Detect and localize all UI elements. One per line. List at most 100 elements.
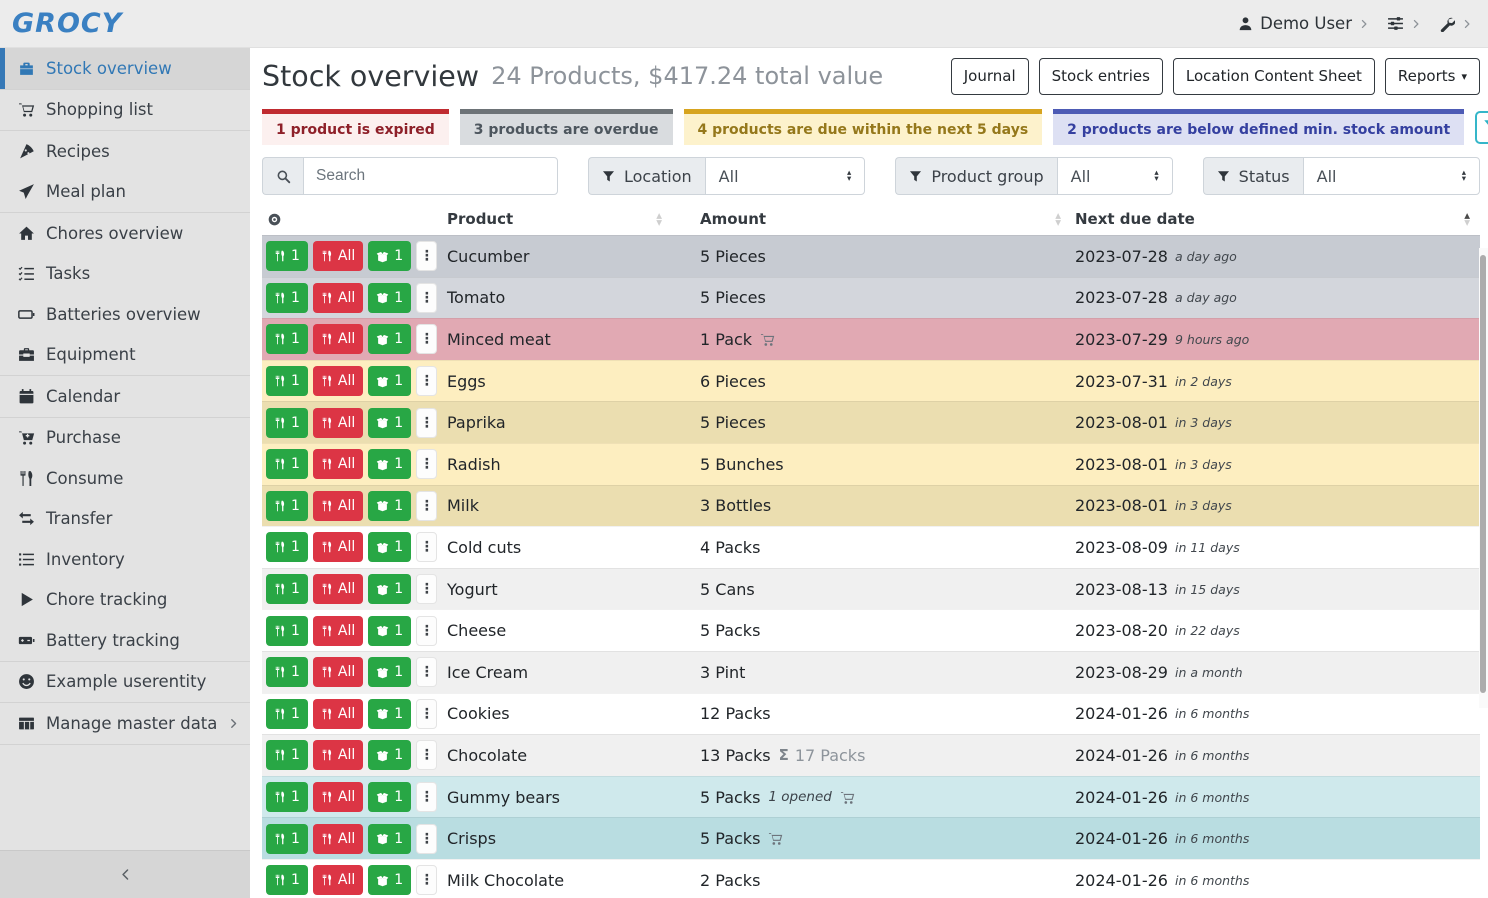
row-menu-button[interactable]: ⋮ <box>416 657 437 687</box>
reports-button[interactable]: Reports▾ <box>1385 58 1480 95</box>
open-one-button[interactable]: 1 <box>368 241 411 271</box>
consume-all-button[interactable]: All <box>313 241 363 271</box>
consume-all-button[interactable]: All <box>313 324 363 354</box>
status-banner-expired[interactable]: 1 product is expired <box>262 109 449 145</box>
consume-all-button[interactable]: All <box>313 408 363 438</box>
consume-one-button[interactable]: 1 <box>266 283 308 313</box>
row-menu-button[interactable]: ⋮ <box>416 324 437 354</box>
sidebar-item-consume[interactable]: Consume <box>0 458 250 499</box>
row-menu-button[interactable]: ⋮ <box>416 366 437 396</box>
consume-all-button[interactable]: All <box>313 740 363 770</box>
row-menu-button[interactable]: ⋮ <box>416 449 437 479</box>
sidebar-item-batteries-overview[interactable]: Batteries overview <box>0 294 250 335</box>
consume-one-button[interactable]: 1 <box>266 324 308 354</box>
open-one-button[interactable]: 1 <box>368 574 411 604</box>
open-one-button[interactable]: 1 <box>368 824 411 854</box>
status-banner-due-soon[interactable]: 4 products are due within the next 5 day… <box>684 109 1043 145</box>
row-menu-button[interactable]: ⋮ <box>416 824 437 854</box>
status-banner-below-min[interactable]: 2 products are below defined min. stock … <box>1053 109 1464 145</box>
column-header-next-due-date[interactable]: Next due date ▲▼ <box>1075 210 1480 228</box>
sidebar-item-equipment[interactable]: Equipment <box>0 335 250 376</box>
sidebar-item-shopping-list[interactable]: Shopping list <box>0 90 250 131</box>
row-menu-button[interactable]: ⋮ <box>416 532 437 562</box>
sidebar-collapse-button[interactable] <box>0 850 250 898</box>
row-menu-button[interactable]: ⋮ <box>416 408 437 438</box>
product-group-select[interactable]: All▴▾ <box>1057 157 1173 195</box>
status-banner-overdue[interactable]: 3 products are overdue <box>460 109 673 145</box>
scrollbar-thumb[interactable] <box>1480 255 1486 693</box>
open-one-button[interactable]: 1 <box>368 491 411 521</box>
consume-one-button[interactable]: 1 <box>266 408 308 438</box>
sidebar-item-inventory[interactable]: Inventory <box>0 539 250 580</box>
sidebar-item-meal-plan[interactable]: Meal plan <box>0 172 250 213</box>
consume-all-button[interactable]: All <box>313 657 363 687</box>
consume-one-button[interactable]: 1 <box>266 699 308 729</box>
sidebar-item-chores-overview[interactable]: Chores overview <box>0 213 250 254</box>
location-select[interactable]: All▴▾ <box>705 157 866 195</box>
journal-button[interactable]: Journal <box>951 58 1029 95</box>
sidebar-item-chore-tracking[interactable]: Chore tracking <box>0 580 250 621</box>
consume-all-button[interactable]: All <box>313 449 363 479</box>
consume-one-button[interactable]: 1 <box>266 574 308 604</box>
consume-all-button[interactable]: All <box>313 782 363 812</box>
consume-all-button[interactable]: All <box>313 699 363 729</box>
sidebar-item-calendar[interactable]: Calendar <box>0 376 250 417</box>
sidebar-item-example-userentity[interactable]: Example userentity <box>0 662 250 703</box>
user-menu[interactable]: Demo User <box>1238 14 1369 33</box>
row-menu-button[interactable]: ⋮ <box>416 616 437 646</box>
consume-one-button[interactable]: 1 <box>266 740 308 770</box>
clear-filters-button[interactable] <box>1475 111 1488 144</box>
consume-one-button[interactable]: 1 <box>266 241 308 271</box>
consume-all-button[interactable]: All <box>313 366 363 396</box>
open-one-button[interactable]: 1 <box>368 782 411 812</box>
column-header-amount[interactable]: Amount ▲▼ <box>700 210 1075 228</box>
open-one-button[interactable]: 1 <box>368 865 411 895</box>
sidebar-item-battery-tracking[interactable]: Battery tracking <box>0 620 250 661</box>
sidebar-item-manage-master-data[interactable]: Manage master data <box>0 703 250 744</box>
search-input[interactable] <box>303 157 558 195</box>
consume-all-button[interactable]: All <box>313 824 363 854</box>
open-one-button[interactable]: 1 <box>368 532 411 562</box>
consume-all-button[interactable]: All <box>313 865 363 895</box>
open-one-button[interactable]: 1 <box>368 408 411 438</box>
row-menu-button[interactable]: ⋮ <box>416 574 437 604</box>
column-visibility-header[interactable] <box>262 212 447 227</box>
sidebar-item-transfer[interactable]: Transfer <box>0 499 250 540</box>
row-menu-button[interactable]: ⋮ <box>416 782 437 812</box>
row-menu-button[interactable]: ⋮ <box>416 283 437 313</box>
consume-one-button[interactable]: 1 <box>266 782 308 812</box>
consume-all-button[interactable]: All <box>313 574 363 604</box>
consume-one-button[interactable]: 1 <box>266 616 308 646</box>
consume-one-button[interactable]: 1 <box>266 491 308 521</box>
consume-one-button[interactable]: 1 <box>266 532 308 562</box>
sidebar-item-purchase[interactable]: Purchase <box>0 418 250 459</box>
open-one-button[interactable]: 1 <box>368 283 411 313</box>
open-one-button[interactable]: 1 <box>368 740 411 770</box>
open-one-button[interactable]: 1 <box>368 366 411 396</box>
status-select[interactable]: All▴▾ <box>1303 157 1480 195</box>
column-header-product[interactable]: Product ▲▼ <box>447 210 700 228</box>
sidebar-item-recipes[interactable]: Recipes <box>0 131 250 172</box>
consume-all-button[interactable]: All <box>313 616 363 646</box>
row-menu-button[interactable]: ⋮ <box>416 491 437 521</box>
consume-one-button[interactable]: 1 <box>266 657 308 687</box>
consume-all-button[interactable]: All <box>313 283 363 313</box>
open-one-button[interactable]: 1 <box>368 449 411 479</box>
open-one-button[interactable]: 1 <box>368 657 411 687</box>
sidebar-item-tasks[interactable]: Tasks <box>0 254 250 295</box>
sidebar-item-stock-overview[interactable]: Stock overview <box>0 48 250 89</box>
location-content-sheet-button[interactable]: Location Content Sheet <box>1173 58 1375 95</box>
consume-one-button[interactable]: 1 <box>266 824 308 854</box>
row-menu-button[interactable]: ⋮ <box>416 241 437 271</box>
consume-one-button[interactable]: 1 <box>266 366 308 396</box>
open-one-button[interactable]: 1 <box>368 699 411 729</box>
admin-menu[interactable] <box>1439 16 1472 32</box>
stock-entries-button[interactable]: Stock entries <box>1039 58 1163 95</box>
open-one-button[interactable]: 1 <box>368 616 411 646</box>
consume-all-button[interactable]: All <box>313 532 363 562</box>
row-menu-button[interactable]: ⋮ <box>416 865 437 895</box>
settings-menu[interactable] <box>1387 15 1421 32</box>
row-menu-button[interactable]: ⋮ <box>416 699 437 729</box>
consume-one-button[interactable]: 1 <box>266 449 308 479</box>
row-menu-button[interactable]: ⋮ <box>416 740 437 770</box>
